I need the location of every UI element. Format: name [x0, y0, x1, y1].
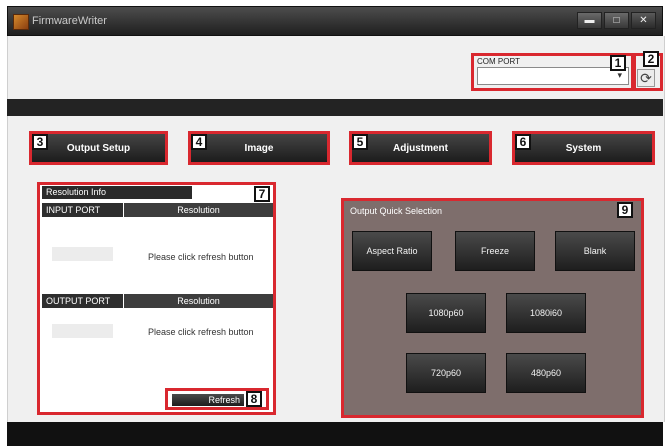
- 1080i60-button[interactable]: 1080i60: [506, 293, 586, 333]
- 480p60-button[interactable]: 480p60: [506, 353, 586, 393]
- blank-button[interactable]: Blank: [555, 231, 635, 271]
- freeze-button[interactable]: Freeze: [455, 231, 535, 271]
- input-port-cell: [52, 247, 113, 261]
- callout-number-6: 6: [515, 134, 531, 150]
- com-port-label: COM PORT: [477, 57, 520, 66]
- output-port-cell: [52, 324, 113, 338]
- bottom-bar: [7, 422, 663, 446]
- output-resolution-header: Resolution: [124, 294, 273, 308]
- image-label: Image: [244, 142, 274, 154]
- adjustment-button[interactable]: 5 Adjustment: [349, 131, 492, 165]
- close-button[interactable]: ✕: [631, 12, 656, 29]
- output-port-header: OUTPUT PORT: [42, 294, 123, 308]
- output-quick-selection-panel: Output Quick Selection Aspect Ratio Free…: [341, 198, 644, 418]
- 1080p60-button[interactable]: 1080p60: [406, 293, 486, 333]
- image-button[interactable]: 4 Image: [188, 131, 330, 165]
- adjustment-label: Adjustment: [393, 142, 448, 154]
- output-quick-selection-title: Output Quick Selection: [350, 206, 443, 216]
- input-port-header: INPUT PORT: [42, 203, 123, 217]
- input-resolution-header: Resolution: [124, 203, 273, 217]
- callout-number-4: 4: [191, 134, 207, 150]
- callout-number-8: 8: [246, 391, 262, 407]
- callout-number-2: 2: [643, 51, 659, 67]
- aspect-ratio-button[interactable]: Aspect Ratio: [352, 231, 432, 271]
- callout-number-9: 9: [617, 202, 633, 218]
- callout-number-5: 5: [352, 134, 368, 150]
- firmware-writer-window: FirmwareWriter ▬ □ ✕ COM PORT ▾ 1 ⟳ 2 3 …: [0, 0, 667, 446]
- callout-number-1: 1: [610, 55, 626, 71]
- title-bar: FirmwareWriter ▬ □ ✕: [7, 6, 663, 36]
- system-label: System: [565, 142, 602, 154]
- output-setup-button[interactable]: 3 Output Setup: [29, 131, 168, 165]
- input-resolution-note: Please click refresh button: [148, 252, 254, 262]
- callout-number-7: 7: [254, 186, 270, 202]
- separator-bar: [7, 99, 663, 116]
- app-logo-icon: [13, 14, 29, 30]
- callout-number-3: 3: [32, 134, 48, 150]
- minimize-button[interactable]: ▬: [577, 12, 602, 29]
- system-button[interactable]: 6 System: [512, 131, 655, 165]
- 720p60-button[interactable]: 720p60: [406, 353, 486, 393]
- resolution-info-title: Resolution Info: [42, 186, 192, 199]
- maximize-button[interactable]: □: [604, 12, 629, 29]
- output-resolution-note: Please click refresh button: [148, 327, 254, 337]
- resolution-info-panel: Resolution Info INPUT PORT Resolution Pl…: [37, 182, 276, 415]
- com-refresh-button[interactable]: ⟳: [637, 69, 655, 87]
- output-setup-label: Output Setup: [66, 142, 131, 154]
- com-port-select[interactable]: ▾: [477, 67, 629, 85]
- refresh-icon: ⟳: [640, 69, 652, 86]
- window-controls: ▬ □ ✕: [575, 12, 656, 29]
- chevron-down-icon: ▾: [617, 70, 622, 80]
- refresh-button[interactable]: Refresh: [172, 394, 244, 406]
- window-title: FirmwareWriter: [32, 15, 107, 27]
